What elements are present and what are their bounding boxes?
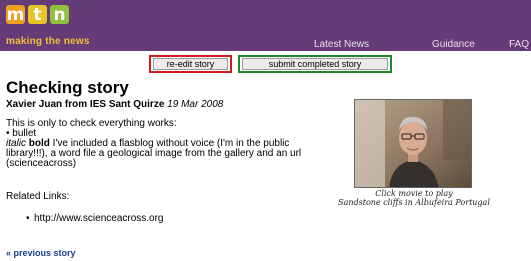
logo-tile-t: t — [28, 5, 47, 25]
logo-tile-n: n — [50, 5, 69, 25]
related-link[interactable]: http://www.scienceacross.org — [34, 213, 164, 224]
video-caption-description: Sandstone cliffs in Albufeira Portugal — [338, 198, 490, 207]
video-caption-play: Click movie to play — [375, 189, 453, 198]
reedit-story-button[interactable]: re-edit story — [153, 58, 228, 70]
logo-tagline: making the news — [6, 36, 90, 47]
related-links-list: • http://www.scienceacross.org — [26, 213, 164, 224]
story-title: Checking story — [6, 78, 129, 97]
related-links-heading: Related Links: — [6, 191, 70, 202]
logo-tile-m: m — [6, 4, 25, 25]
list-bullet: • — [26, 213, 30, 224]
story-byline: Xavier Juan from IES Sant Quirze 19 Mar … — [6, 99, 223, 110]
site-logo[interactable]: m t n — [6, 4, 69, 25]
site-header: m t n making the news Latest News Guidan… — [0, 0, 531, 51]
story-line-1: This is only to check everything works: — [6, 118, 177, 129]
story-body: This is only to check everything works: … — [6, 119, 306, 169]
story-date: 19 Mar 2008 — [167, 99, 224, 110]
nav-guidance[interactable]: Guidance — [432, 39, 475, 50]
previous-story-link[interactable]: « previous story — [6, 248, 76, 258]
story-actions-bar: re-edit story submit completed story — [0, 51, 531, 75]
story-paragraph: italic bold I've included a flasblog wit… — [6, 139, 306, 169]
nav-latest-news[interactable]: Latest News — [314, 39, 369, 50]
reedit-highlight: re-edit story — [149, 55, 232, 73]
video-player[interactable] — [354, 99, 472, 188]
video-thumbnail — [355, 100, 471, 187]
story-author: Xavier Juan from IES Sant Quirze — [6, 99, 165, 110]
submit-highlight: submit completed story — [238, 55, 392, 73]
submit-story-button[interactable]: submit completed story — [242, 58, 388, 70]
nav-faq[interactable]: FAQ — [509, 39, 529, 50]
story-rest-text: I've included a flasblog without voice (… — [6, 138, 302, 169]
